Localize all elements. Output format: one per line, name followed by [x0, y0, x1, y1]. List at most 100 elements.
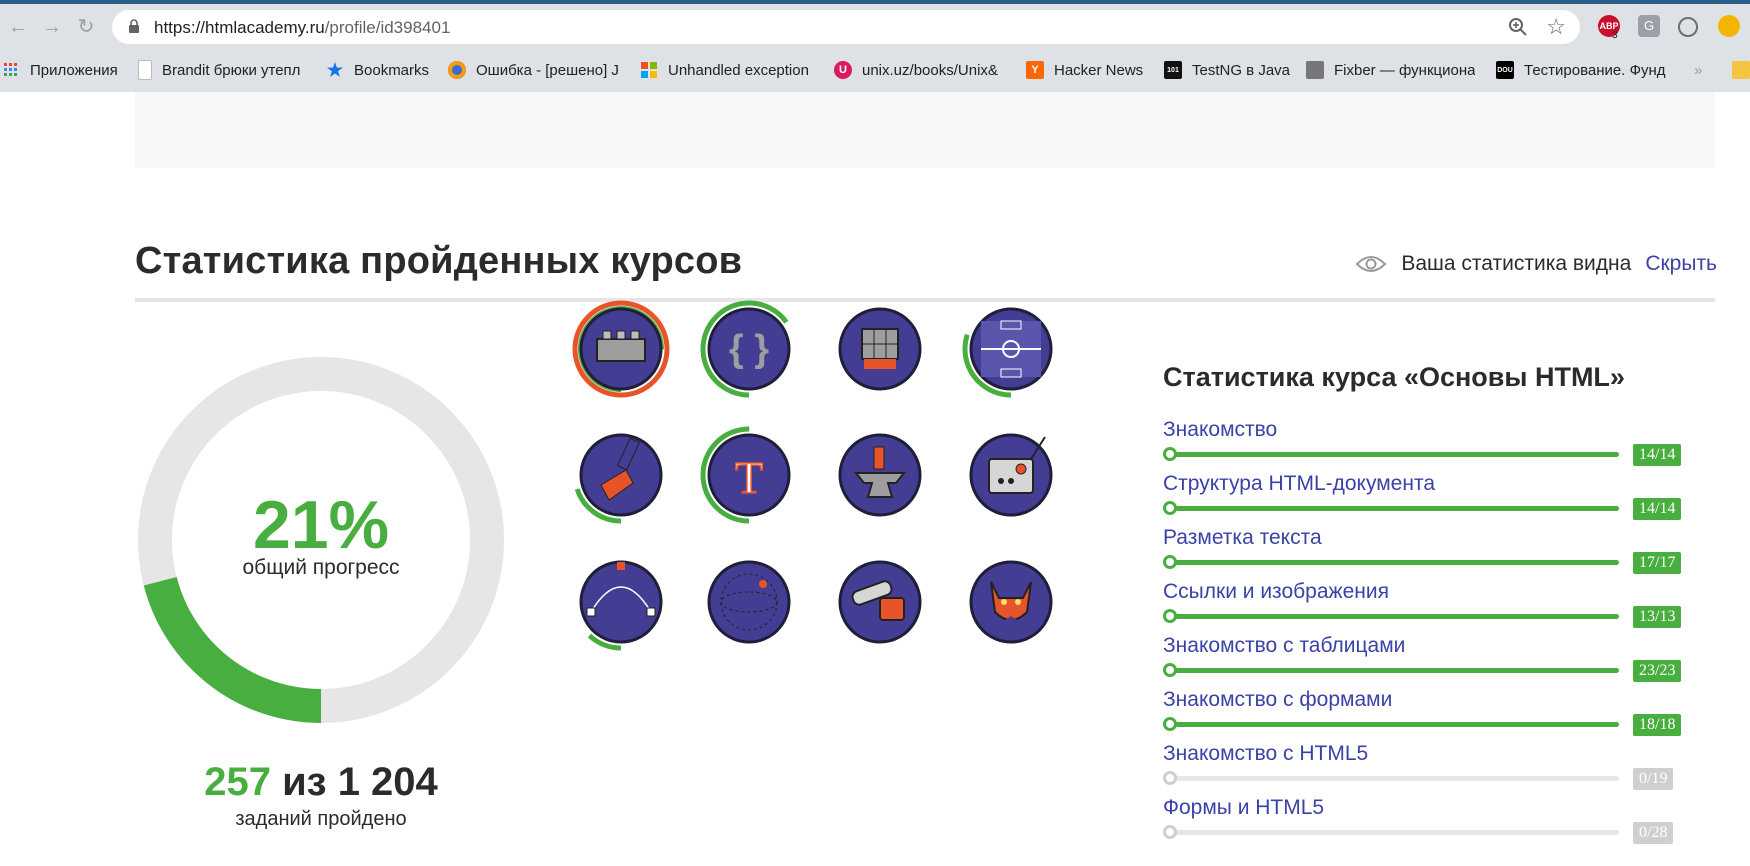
dou-icon: DOU	[1496, 61, 1514, 79]
anvil-badge[interactable]	[830, 425, 930, 525]
lesson-progress-dot	[1163, 717, 1177, 731]
bezier-curve-badge[interactable]	[571, 552, 671, 652]
bookmark-label: Тестирование. Фунд	[1524, 61, 1666, 79]
adblock-count: 3	[1612, 30, 1618, 41]
lesson-row: Ссылки и изображения 13/13	[1163, 580, 1693, 630]
bookmark-item[interactable]: 101 TestNG в Java	[1164, 58, 1300, 82]
lesson-progress-dot	[1163, 555, 1177, 569]
star-icon: ★	[326, 59, 344, 80]
bookmark-item[interactable]: U unix.uz/books/Unix&	[834, 58, 1006, 82]
zoom-icon[interactable]	[1508, 17, 1528, 37]
bookmark-item[interactable]: DOU Тестирование. Фунд	[1496, 58, 1670, 82]
bookmark-star-icon[interactable]: ☆	[1546, 15, 1566, 39]
lesson-progress-dot	[1163, 825, 1177, 839]
lesson-row: Знакомство 14/14	[1163, 418, 1693, 468]
lesson-row: Структура HTML-документа 14/14	[1163, 472, 1693, 522]
profile-info-panel	[135, 92, 1715, 168]
lesson-score-badge: 17/17	[1633, 552, 1682, 574]
lesson-link[interactable]: Знакомство с таблицами	[1163, 634, 1405, 658]
bookmark-item[interactable]: ★ Bookmarks	[326, 58, 446, 82]
hide-stats-link[interactable]: Скрыть	[1645, 252, 1717, 276]
lesson-progress-bar	[1169, 722, 1619, 727]
back-icon[interactable]: ←	[6, 15, 30, 39]
rubiks-cube-badge[interactable]	[830, 299, 930, 399]
typography-t-icon: T	[734, 451, 764, 504]
lesson-score-badge: 18/18	[1633, 714, 1682, 736]
bookmarks-bar: Приложения Brandit брюки утепл ★ Bookmar…	[0, 52, 1750, 88]
lesson-progress-bar	[1169, 452, 1619, 457]
curly-braces-badge[interactable]: { }	[699, 299, 799, 399]
lock-icon	[129, 19, 139, 33]
bookmark-label: Ошибка - [решено] J	[476, 61, 619, 79]
bookmark-item[interactable]: Brandit брюки утепл	[138, 58, 306, 82]
hacker-news-icon: Y	[1026, 61, 1044, 79]
lego-brick-badge[interactable]	[571, 299, 671, 399]
tasks-separator: из	[282, 760, 327, 804]
document-icon	[138, 60, 152, 80]
other-bookmarks-folder-icon[interactable]	[1732, 58, 1750, 82]
lesson-score-badge: 0/28	[1633, 822, 1674, 844]
bookmark-item[interactable]: Unhandled exception	[640, 58, 812, 82]
lesson-progress-dot	[1163, 771, 1177, 785]
chainsaw-badge[interactable]	[830, 552, 930, 652]
lesson-row: Формы и HTML5 0/28	[1163, 796, 1693, 846]
lesson-link[interactable]: Формы и HTML5	[1163, 796, 1324, 820]
url-path: /profile/id398401	[324, 18, 451, 37]
lesson-link[interactable]: Структура HTML-документа	[1163, 472, 1435, 496]
address-bar[interactable]: https://htmlacademy.ru/profile/id398401 …	[112, 10, 1580, 44]
lego-brick-icon	[596, 330, 646, 362]
lesson-progress-bar	[1169, 830, 1619, 835]
bookmarks-overflow-chevron-icon[interactable]: »	[1694, 58, 1714, 82]
cat-gentleman-badge[interactable]	[961, 552, 1061, 652]
forward-icon[interactable]: →	[40, 15, 64, 39]
lesson-link[interactable]: Ссылки и изображения	[1163, 580, 1389, 604]
robot-remote-badge[interactable]	[961, 425, 1061, 525]
lesson-progress-dot	[1163, 447, 1177, 461]
url-text[interactable]: https://htmlacademy.ru/profile/id398401	[154, 18, 450, 38]
page-title: Статистика пройденных курсов	[135, 240, 743, 282]
lesson-row: Знакомство с формами 18/18	[1163, 688, 1693, 738]
football-field-badge[interactable]	[961, 299, 1061, 399]
course-stats-title: Статистика курса «Основы HTML»	[1163, 362, 1625, 392]
lesson-row: Разметка текста 17/17	[1163, 526, 1693, 576]
lesson-link[interactable]: Разметка текста	[1163, 526, 1322, 550]
progress-label: общий прогресс	[242, 556, 400, 579]
bookmark-label: Brandit брюки утепл	[162, 61, 301, 79]
football-field-icon	[981, 320, 1041, 378]
u-logo-icon: U	[834, 61, 852, 79]
lesson-progress-dot	[1163, 609, 1177, 623]
rubiks-cube-icon	[861, 328, 899, 369]
lesson-progress-bar	[1169, 560, 1619, 565]
typography-t-badge[interactable]: T	[699, 425, 799, 525]
extension-circle-icon[interactable]	[1678, 17, 1698, 37]
bookmark-label: Unhandled exception	[668, 61, 809, 79]
lesson-progress-bar	[1169, 506, 1619, 511]
crescent-extension-icon[interactable]	[1718, 15, 1740, 37]
lesson-row: Знакомство с HTML5 0/19	[1163, 742, 1693, 792]
bookmark-label: TestNG в Java	[1192, 61, 1290, 79]
svg-text:T: T	[735, 452, 763, 503]
lesson-link[interactable]: Знакомство	[1163, 418, 1277, 442]
paint-brush-badge[interactable]	[571, 425, 671, 525]
lesson-link[interactable]: Знакомство с формами	[1163, 688, 1392, 712]
svg-text:{ }: { }	[729, 328, 769, 370]
bookmark-label: Bookmarks	[354, 61, 430, 79]
progress-ring-fill	[143, 576, 322, 723]
tab-strip-edge	[0, 0, 1750, 4]
tasks-total: 1 204	[337, 760, 438, 804]
reload-icon[interactable]: ↻	[74, 15, 98, 39]
g-extension-icon[interactable]: G	[1638, 15, 1660, 37]
bookmark-label: Приложения	[30, 61, 118, 79]
lesson-progress-dot	[1163, 501, 1177, 515]
bookmark-apps[interactable]: Приложения	[2, 58, 132, 82]
windows-logo-icon	[640, 61, 658, 79]
bookmark-item[interactable]: Ошибка - [решено] J	[448, 58, 624, 82]
lesson-score-badge: 23/23	[1633, 660, 1682, 682]
fixber-icon	[1306, 61, 1324, 79]
lesson-link[interactable]: Знакомство с HTML5	[1163, 742, 1368, 766]
lesson-score-badge: 13/13	[1633, 606, 1682, 628]
bookmark-item[interactable]: Fixber — функциона	[1306, 58, 1476, 82]
apps-grid-icon	[2, 61, 20, 79]
bookmark-item[interactable]: Y Hacker News	[1026, 58, 1156, 82]
sphere-wireframe-badge[interactable]	[699, 552, 799, 652]
